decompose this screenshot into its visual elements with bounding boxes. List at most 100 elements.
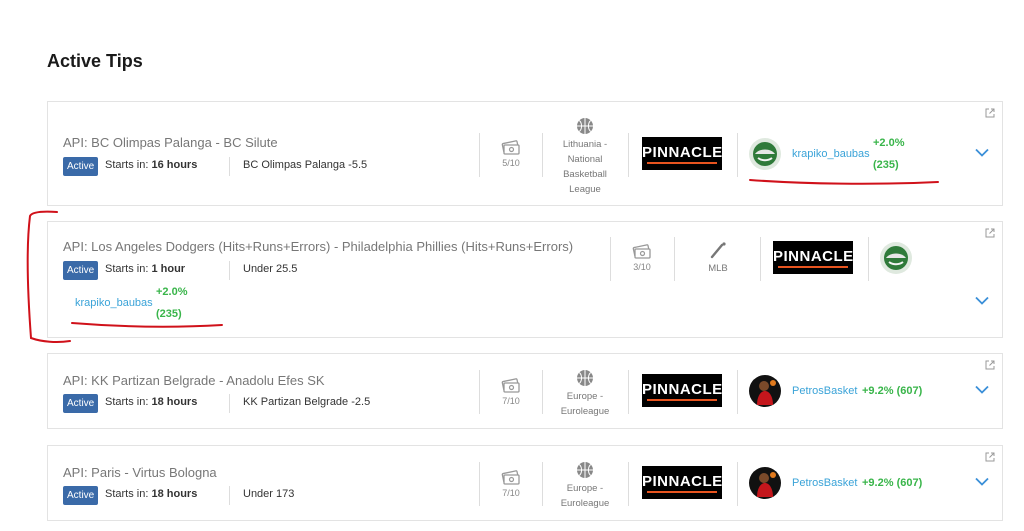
divider [737, 462, 738, 506]
money-icon [501, 468, 521, 486]
bookmaker-name: PINNACLE [642, 381, 723, 398]
tip-card: API: KK Partizan Belgrade - Anadolu Efes… [47, 353, 1003, 429]
starts-value: 1 hour [151, 263, 186, 275]
bookmaker-name: PINNACLE [642, 144, 723, 161]
starts-in: Starts in: 16 hours [105, 159, 197, 171]
avatar[interactable] [749, 138, 781, 170]
starts-in: Starts in: 18 hours [105, 396, 197, 408]
starts-in: Starts in: 18 hours [105, 488, 197, 500]
divider [628, 370, 629, 414]
match-title[interactable]: API: Paris - Virtus Bologna [63, 465, 217, 480]
external-link-icon[interactable] [985, 228, 995, 238]
avatar[interactable] [749, 467, 781, 499]
divider [737, 133, 738, 177]
tip-card: API: Los Angeles Dodgers (Hits+Runs+Erro… [47, 221, 1003, 338]
league: Europe - Euroleague [554, 461, 616, 511]
league-name: Europe - Euroleague [560, 483, 610, 509]
starts-label: Starts in: [105, 159, 149, 171]
league-name: MLB [708, 263, 728, 274]
chevron-down-icon[interactable] [975, 296, 989, 305]
league: MLB [693, 241, 743, 276]
bookmaker-logo[interactable]: PINNACLE [642, 374, 722, 407]
divider [628, 462, 629, 506]
tipster-link[interactable]: PetrosBasket [792, 385, 857, 397]
bookmaker-logo[interactable]: PINNACLE [642, 137, 722, 170]
starts-in: Starts in: 1 hour [105, 263, 185, 275]
external-link-icon[interactable] [985, 452, 995, 462]
chevron-down-icon[interactable] [975, 385, 989, 394]
starts-label: Starts in: [105, 396, 149, 408]
bookmaker-logo[interactable]: PINNACLE [773, 241, 853, 274]
match-title[interactable]: API: Los Angeles Dodgers (Hits+Runs+Erro… [63, 239, 573, 254]
chevron-down-icon[interactable] [975, 477, 989, 486]
divider [542, 133, 543, 177]
status-badge: Active [63, 486, 99, 505]
tipster-link[interactable]: krapiko_baubas [792, 148, 870, 160]
basketball-icon [576, 461, 594, 479]
status-badge: Active [63, 261, 99, 280]
match-title[interactable]: API: BC Olimpas Palanga - BC Silute [63, 135, 278, 150]
roi-value: +2.0% [156, 286, 188, 298]
starts-value: 18 hours [151, 488, 198, 500]
stake: 3/10 [622, 242, 662, 272]
external-link-icon[interactable] [985, 360, 995, 370]
pick-text: Under 25.5 [243, 263, 298, 275]
avatar[interactable] [749, 375, 781, 407]
tips-count: (235) [156, 308, 182, 320]
bookmaker-name: PINNACLE [642, 473, 723, 490]
stake-value: 5/10 [502, 158, 520, 168]
bookmaker-logo[interactable]: PINNACLE [642, 466, 722, 499]
divider [479, 370, 480, 414]
match-title[interactable]: API: KK Partizan Belgrade - Anadolu Efes… [63, 373, 325, 388]
baseball-bat-icon [709, 241, 727, 259]
league: Lithuania - National Basketball League [554, 117, 616, 197]
money-icon [501, 138, 521, 156]
divider [760, 237, 761, 281]
divider [868, 237, 869, 281]
avatar[interactable] [880, 242, 912, 274]
bookmaker-underline [778, 266, 848, 268]
divider [229, 486, 230, 505]
divider [479, 462, 480, 506]
basketball-icon [576, 117, 594, 135]
stake: 7/10 [491, 468, 531, 498]
divider [229, 261, 230, 280]
stake-value: 7/10 [502, 488, 520, 498]
tipster-link[interactable]: PetrosBasket [792, 477, 857, 489]
divider [542, 370, 543, 414]
bookmaker-name: PINNACLE [773, 248, 854, 265]
divider [674, 237, 675, 281]
league-name: Lithuania - National Basketball League [562, 139, 608, 195]
chevron-down-icon[interactable] [975, 148, 989, 157]
starts-value: 18 hours [151, 396, 198, 408]
bookmaker-underline [647, 162, 717, 164]
starts-value: 16 hours [151, 159, 198, 171]
stake: 7/10 [491, 376, 531, 406]
status-badge: Active [63, 157, 99, 176]
roi-percent: +9.2% [862, 477, 894, 489]
roi-percent: +9.2% [862, 385, 894, 397]
roi-value: +9.2% (607) [862, 477, 922, 489]
money-icon [632, 242, 652, 260]
pick-text: BC Olimpas Palanga -5.5 [243, 159, 368, 171]
external-link-icon[interactable] [985, 108, 995, 118]
divider [610, 237, 611, 281]
tip-card: API: BC Olimpas Palanga - BC Silute Acti… [47, 101, 1003, 206]
pick-text: KK Partizan Belgrade -2.5 [243, 396, 371, 408]
divider [479, 133, 480, 177]
divider [229, 394, 230, 413]
divider [737, 370, 738, 414]
divider [542, 462, 543, 506]
tips-count: (235) [873, 159, 899, 171]
divider [628, 133, 629, 177]
basketball-icon [576, 369, 594, 387]
stake-value: 3/10 [633, 262, 651, 272]
starts-label: Starts in: [105, 488, 149, 500]
status-badge: Active [63, 394, 99, 413]
bookmaker-underline [647, 399, 717, 401]
league-name: Europe - Euroleague [560, 391, 610, 417]
tipster-link[interactable]: krapiko_baubas [75, 297, 153, 309]
pick-text: Under 173 [243, 488, 295, 500]
money-icon [501, 376, 521, 394]
tips-count: (607) [896, 477, 923, 489]
